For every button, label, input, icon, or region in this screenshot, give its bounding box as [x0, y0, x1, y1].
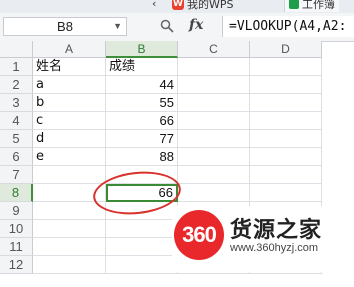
row-header-8[interactable]: 8 — [0, 184, 33, 202]
cell-c6[interactable] — [178, 148, 250, 166]
cell-b3[interactable]: 55 — [106, 94, 178, 112]
cell-d4[interactable] — [250, 112, 322, 130]
row-header-6[interactable]: 6 — [0, 148, 33, 166]
tab-my-wps-label: 我的WPS — [187, 0, 234, 11]
insert-function-icon[interactable]: fx — [189, 17, 203, 33]
row-header-10[interactable]: 10 — [0, 220, 33, 238]
cell-a6[interactable]: e — [33, 148, 106, 166]
cell-a9[interactable] — [33, 202, 106, 220]
watermark-title: 货源之家 — [230, 218, 323, 243]
cell-b6[interactable]: 88 — [106, 148, 178, 166]
cell-b10[interactable] — [106, 220, 178, 238]
cell-c1[interactable] — [178, 58, 250, 76]
cell-a1[interactable]: 姓名 — [33, 58, 106, 76]
cell-c5[interactable] — [178, 130, 250, 148]
wps-logo-icon: W — [172, 0, 184, 10]
cell-b11[interactable] — [106, 238, 178, 256]
watermark-logo: 360 — [174, 210, 224, 260]
cell-c8[interactable] — [178, 184, 250, 202]
cell-b4[interactable]: 66 — [106, 112, 178, 130]
name-box[interactable]: B8 ▼ — [3, 17, 127, 36]
formula-input[interactable]: =VLOOKUP(A4,A2: — [222, 16, 354, 37]
cell-c7[interactable] — [178, 166, 250, 184]
tab-my-wps[interactable]: W 我的WPS — [172, 0, 234, 12]
column-header-c[interactable]: C — [178, 41, 250, 58]
tab-workbook-label: 工作簿 — [302, 0, 335, 11]
chevron-down-icon[interactable]: ▼ — [113, 18, 122, 35]
cell-a10[interactable] — [33, 220, 106, 238]
name-box-value: B8 — [57, 19, 73, 34]
cell-b2[interactable]: 44 — [106, 76, 178, 94]
tab-workbook[interactable]: 工作簿 — [284, 0, 339, 12]
column-header-d[interactable]: D — [250, 41, 322, 58]
row-header-4[interactable]: 4 — [0, 112, 33, 130]
cell-d7[interactable] — [250, 166, 322, 184]
top-tab-strip: ‹ W 我的WPS 工作簿 — [0, 0, 354, 14]
row-header-7[interactable]: 7 — [0, 166, 33, 184]
cell-d2[interactable] — [250, 76, 322, 94]
row-header-9[interactable]: 9 — [0, 202, 33, 220]
row-header-5[interactable]: 5 — [0, 130, 33, 148]
formula-bar: B8 ▼ fx =VLOOKUP(A4,A2: — [0, 13, 354, 42]
cell-d8[interactable] — [250, 184, 322, 202]
cell-b12[interactable] — [106, 256, 178, 274]
row-header-3[interactable]: 3 — [0, 94, 33, 112]
cell-d6[interactable] — [250, 148, 322, 166]
cell-a5[interactable]: d — [33, 130, 106, 148]
column-header-b[interactable]: B — [106, 41, 178, 58]
row-header-1[interactable]: 1 — [0, 58, 33, 76]
cell-a2[interactable]: a — [33, 76, 106, 94]
watermark-url: www.360hyzj.com — [230, 242, 319, 254]
column-header-a[interactable]: A — [33, 41, 106, 58]
row-header-12[interactable]: 12 — [0, 256, 33, 274]
watermark: 360 货源之家 www.360hyzj.com — [172, 206, 354, 272]
cell-d3[interactable] — [250, 94, 322, 112]
cell-b1[interactable]: 成绩 — [106, 58, 178, 76]
zoom-icon[interactable] — [160, 19, 174, 33]
cell-c4[interactable] — [178, 112, 250, 130]
cell-a3[interactable]: b — [33, 94, 106, 112]
cell-a4[interactable]: c — [33, 112, 106, 130]
workbook-icon — [289, 0, 299, 9]
cell-c3[interactable] — [178, 94, 250, 112]
cell-c2[interactable] — [178, 76, 250, 94]
cell-a7[interactable] — [33, 166, 106, 184]
cell-a11[interactable] — [33, 238, 106, 256]
chevron-left-icon[interactable]: ‹ — [152, 0, 156, 12]
row-header-2[interactable]: 2 — [0, 76, 33, 94]
cell-d1[interactable] — [250, 58, 322, 76]
row-header-11[interactable]: 11 — [0, 238, 33, 256]
cell-b5[interactable]: 77 — [106, 130, 178, 148]
cell-a12[interactable] — [33, 256, 106, 274]
select-all-corner[interactable] — [0, 41, 33, 58]
cell-d5[interactable] — [250, 130, 322, 148]
